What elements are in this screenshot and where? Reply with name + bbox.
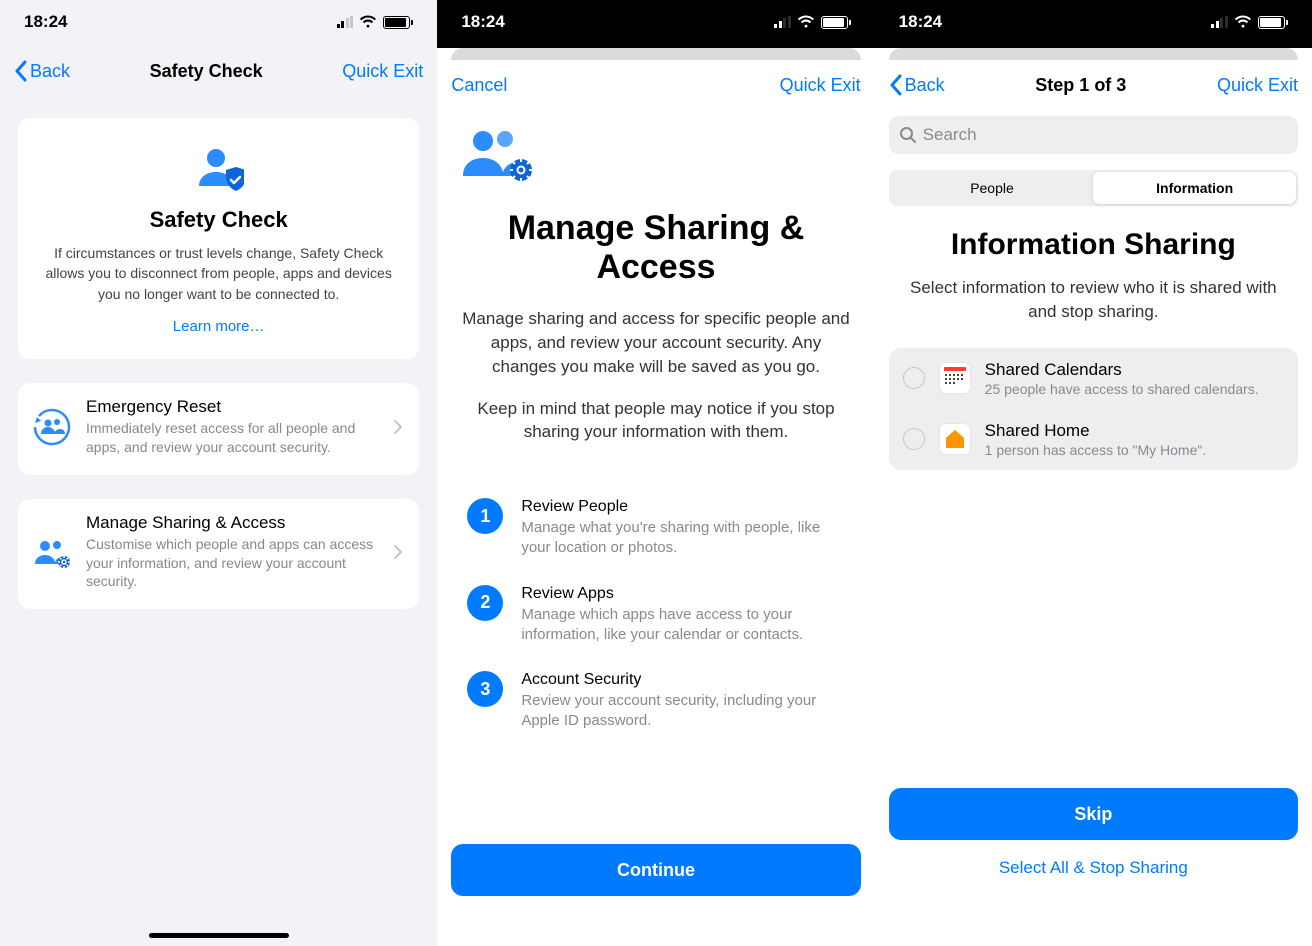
emergency-reset-icon — [32, 407, 72, 447]
step-description: Manage what you're sharing with people, … — [521, 518, 844, 559]
status-time: 18:24 — [461, 12, 504, 32]
page-title: Safety Check — [150, 61, 263, 82]
hero-description: Select information to review who it is s… — [889, 276, 1298, 324]
quick-exit-button[interactable]: Quick Exit — [1217, 75, 1298, 96]
quick-exit-button[interactable]: Quick Exit — [780, 75, 861, 96]
select-all-stop-sharing-button[interactable]: Select All & Stop Sharing — [889, 840, 1298, 896]
row-description: 25 people have access to shared calendar… — [985, 381, 1284, 397]
step-row: 3 Account Security Review your account s… — [467, 671, 844, 732]
hero-description-2: Keep in mind that people may notice if y… — [459, 397, 852, 445]
nav-bar: Back Step 1 of 3 Quick Exit — [889, 60, 1298, 110]
screen-manage-sharing: 18:24 Cancel Quick Exit Manage Sharing &… — [437, 0, 874, 946]
row-title: Shared Calendars — [985, 360, 1284, 380]
step-row: 1 Review People Manage what you're shari… — [467, 498, 844, 559]
search-icon — [899, 126, 917, 144]
status-bar: 18:24 — [0, 0, 437, 48]
step-row: 2 Review Apps Manage which apps have acc… — [467, 585, 844, 646]
information-list: Shared Calendars 25 people have access t… — [889, 348, 1298, 470]
quick-exit-button[interactable]: Quick Exit — [342, 61, 423, 82]
back-button[interactable]: Back — [14, 60, 70, 82]
hero-description-1: Manage sharing and access for specific p… — [459, 307, 852, 378]
search-input[interactable] — [889, 116, 1298, 154]
radio-unchecked[interactable] — [903, 367, 925, 389]
battery-icon — [1258, 16, 1288, 29]
status-bar: 18:24 — [875, 0, 1312, 48]
radio-unchecked[interactable] — [903, 428, 925, 450]
wifi-icon — [359, 15, 377, 29]
chevron-left-icon — [889, 74, 903, 96]
screen-safety-check: 18:24 Back Safety Check Quick Exit Safet… — [0, 0, 437, 946]
skip-button[interactable]: Skip — [889, 788, 1298, 840]
chevron-left-icon — [14, 60, 28, 82]
cellular-icon — [337, 16, 354, 28]
learn-more-link[interactable]: Learn more… — [40, 318, 397, 335]
status-indicators — [774, 15, 851, 29]
nav-bar: Cancel Quick Exit — [451, 60, 860, 110]
safety-check-hero-card: Safety Check If circumstances or trust l… — [18, 118, 419, 359]
sheet-body: Back Step 1 of 3 Quick Exit People Infor… — [875, 60, 1312, 946]
people-gear-icon — [459, 126, 535, 182]
people-shield-icon — [194, 146, 244, 192]
tab-information[interactable]: Information — [1093, 172, 1296, 204]
wifi-icon — [1234, 15, 1252, 29]
emergency-reset-description: Immediately reset access for all people … — [86, 419, 379, 457]
step-title: Review Apps — [521, 585, 844, 603]
step-description: Manage which apps have access to your in… — [521, 605, 844, 646]
tab-people[interactable]: People — [891, 172, 1094, 204]
nav-bar: Back Safety Check Quick Exit — [0, 48, 437, 94]
manage-sharing-title: Manage Sharing & Access — [86, 513, 379, 533]
step-title: Account Security — [521, 671, 844, 689]
hero-title: Manage Sharing & Access — [459, 209, 852, 287]
info-row-calendars[interactable]: Shared Calendars 25 people have access t… — [889, 348, 1298, 409]
manage-sharing-row[interactable]: Manage Sharing & Access Customise which … — [18, 499, 419, 610]
battery-icon — [821, 16, 851, 29]
hero-title: Information Sharing — [889, 228, 1298, 262]
back-label: Back — [30, 61, 70, 82]
info-row-home[interactable]: Shared Home 1 person has access to "My H… — [889, 409, 1298, 470]
hero-title: Safety Check — [40, 207, 397, 233]
wifi-icon — [797, 15, 815, 29]
back-button[interactable]: Back — [889, 74, 945, 96]
row-title: Shared Home — [985, 421, 1284, 441]
row-description: 1 person has access to "My Home". — [985, 442, 1284, 458]
cellular-icon — [1211, 16, 1228, 28]
segmented-control: People Information — [889, 170, 1298, 206]
manage-sharing-icon — [32, 532, 72, 572]
continue-button[interactable]: Continue — [451, 844, 860, 896]
cellular-icon — [774, 16, 791, 28]
manage-sharing-description: Customise which people and apps can acce… — [86, 535, 379, 592]
emergency-reset-row[interactable]: Emergency Reset Immediately reset access… — [18, 383, 419, 475]
steps-list: 1 Review People Manage what you're shari… — [459, 498, 852, 732]
status-indicators — [337, 15, 414, 29]
home-indicator[interactable] — [149, 933, 289, 938]
emergency-reset-title: Emergency Reset — [86, 397, 379, 417]
status-time: 18:24 — [899, 12, 942, 32]
step-number-badge: 3 — [467, 671, 503, 707]
battery-icon — [383, 16, 413, 29]
screen-information-sharing: 18:24 Back Step 1 of 3 Quick Exit People… — [875, 0, 1312, 946]
home-icon — [939, 423, 971, 455]
back-label: Back — [905, 75, 945, 96]
calendar-icon — [939, 362, 971, 394]
step-title: Review People — [521, 498, 844, 516]
hero-description: If circumstances or trust levels change,… — [40, 243, 397, 304]
cancel-button[interactable]: Cancel — [451, 75, 507, 96]
status-indicators — [1211, 15, 1288, 29]
chevron-right-icon — [393, 419, 403, 435]
sheet-body: Cancel Quick Exit Manage Sharing & Acces… — [437, 60, 874, 946]
step-description: Review your account security, including … — [521, 691, 844, 732]
page-title: Step 1 of 3 — [1035, 75, 1126, 96]
status-time: 18:24 — [24, 12, 67, 32]
step-number-badge: 2 — [467, 585, 503, 621]
status-bar: 18:24 — [437, 0, 874, 48]
step-number-badge: 1 — [467, 498, 503, 534]
chevron-right-icon — [393, 544, 403, 560]
